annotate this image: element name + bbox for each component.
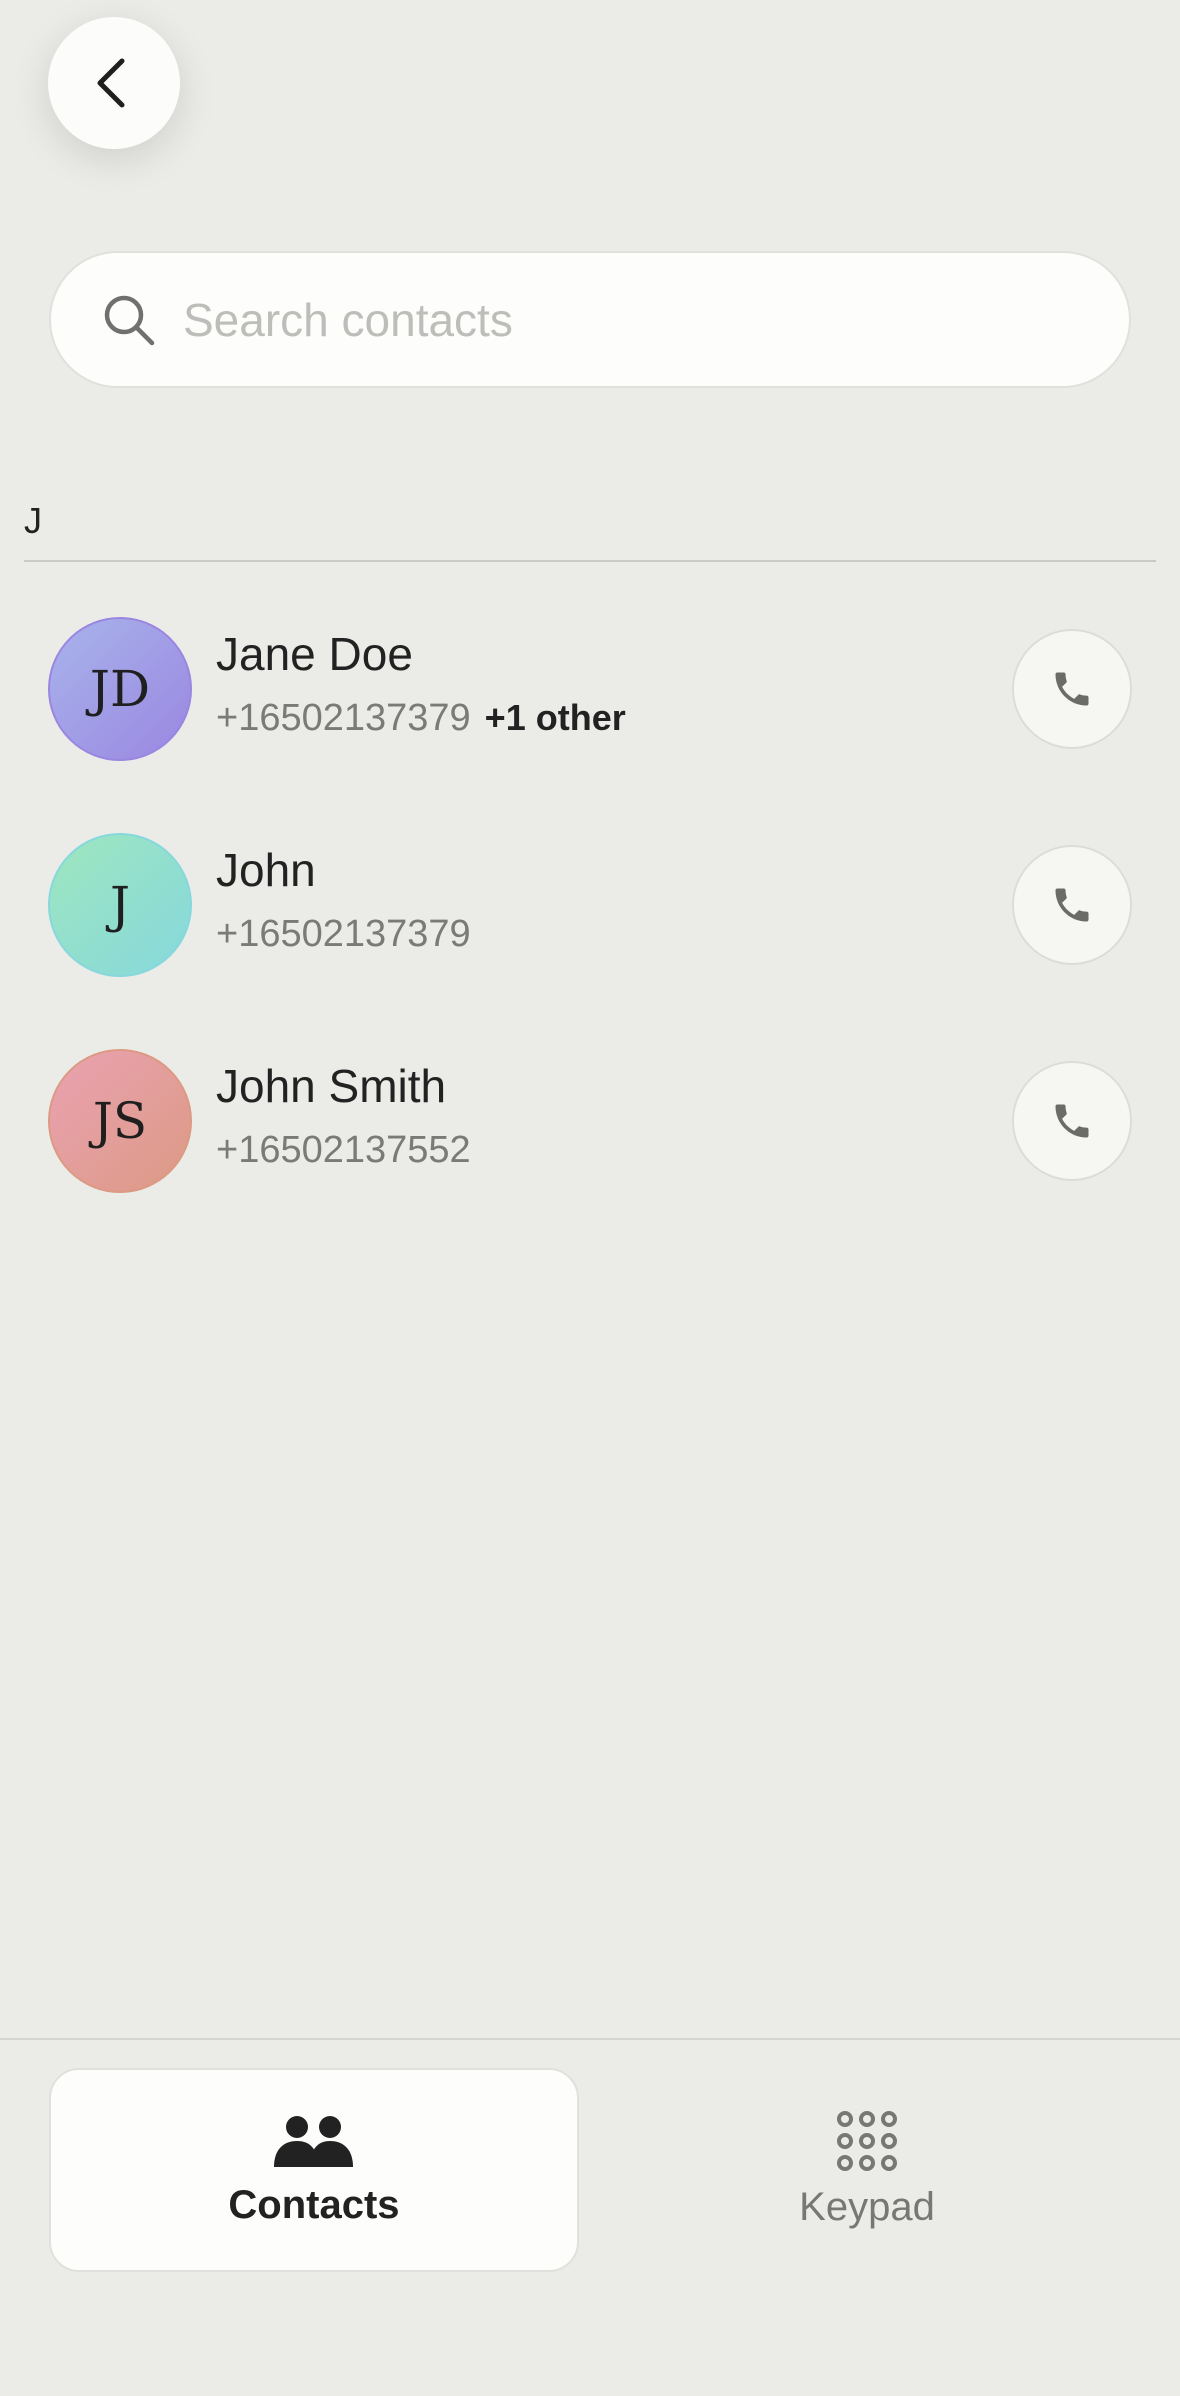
contact-name: John Smith — [216, 1060, 447, 1112]
search-icon — [104, 295, 155, 345]
contact-phone: +16502137379 — [216, 913, 471, 955]
people-icon — [274, 2115, 353, 2167]
section-divider — [24, 560, 1156, 562]
contact-row-jane-doe[interactable]: JD Jane Doe +16502137379 +1 other — [0, 615, 1180, 765]
contact-name: John — [216, 844, 316, 896]
contact-row-john[interactable]: J John +16502137379 — [0, 831, 1180, 981]
contact-phone-line: +16502137379 — [216, 913, 471, 956]
search-input[interactable] — [183, 292, 1063, 347]
contact-phone: +16502137379 — [216, 697, 471, 739]
section-header-letter: J — [24, 500, 42, 541]
tab-contacts[interactable]: Contacts — [49, 2068, 579, 2272]
contact-phone-line: +16502137552 — [216, 1129, 471, 1172]
call-button[interactable] — [1012, 629, 1132, 749]
keypad-icon — [837, 2110, 897, 2171]
contact-phone-line: +16502137379 +1 other — [216, 697, 626, 740]
phone-icon — [1055, 1104, 1089, 1138]
tab-label: Keypad — [799, 2184, 935, 2229]
contact-name: Jane Doe — [216, 628, 413, 680]
contact-extra-count: +1 other — [484, 697, 626, 738]
phone-icon — [1055, 888, 1089, 922]
tab-keypad[interactable]: Keypad — [602, 2068, 1132, 2272]
call-button[interactable] — [1012, 845, 1132, 965]
contact-phone: +16502137552 — [216, 1129, 471, 1171]
back-button[interactable] — [48, 17, 180, 149]
bottom-tab-bar: Contacts Keypad — [0, 2038, 1180, 2396]
contacts-screen: J JD Jane Doe +16502137379 +1 other J Joh… — [0, 0, 1180, 2396]
phone-icon — [1055, 672, 1089, 706]
search-bar[interactable] — [49, 251, 1131, 388]
tab-label: Contacts — [228, 2182, 400, 2227]
avatar: JS — [48, 1049, 192, 1193]
chevron-left-icon — [97, 58, 125, 108]
avatar: JD — [48, 617, 192, 761]
avatar: J — [48, 833, 192, 977]
call-button[interactable] — [1012, 1061, 1132, 1181]
contact-row-john-smith[interactable]: JS John Smith +16502137552 — [0, 1047, 1180, 1197]
